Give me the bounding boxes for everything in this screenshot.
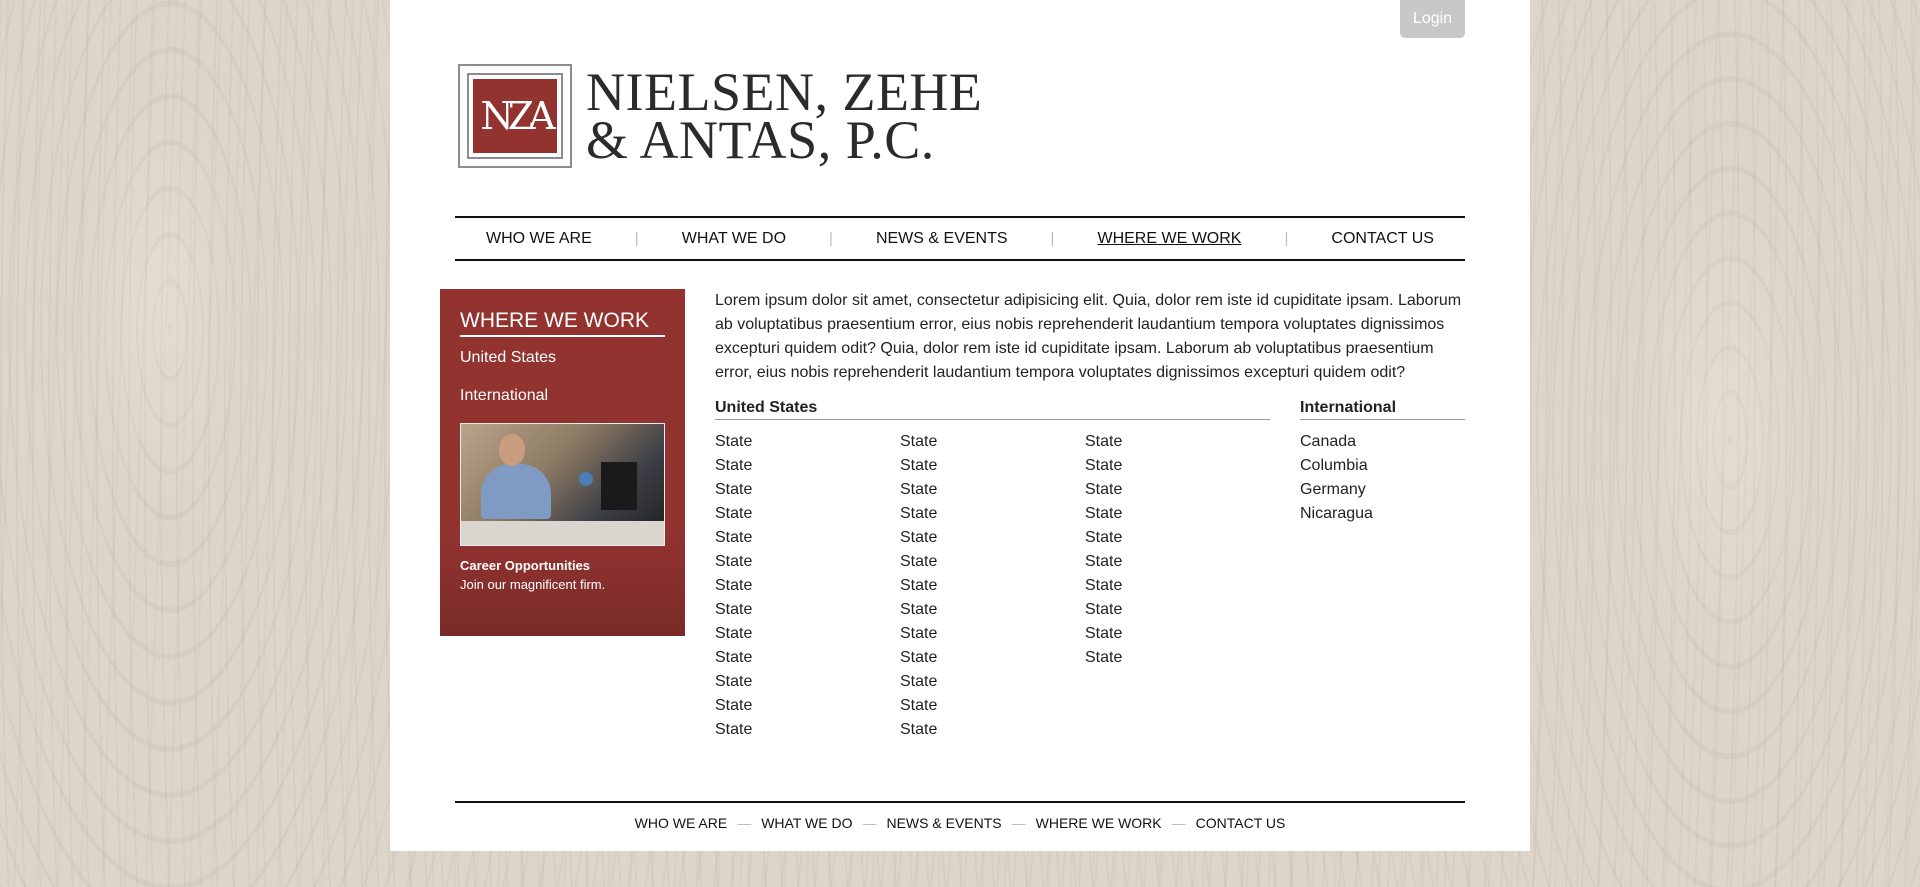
login-button[interactable]: Login (1400, 0, 1465, 38)
nav-separator: | (634, 230, 639, 247)
intro-paragraph: Lorem ipsum dolor sit amet, consectetur … (715, 292, 1462, 381)
state-link[interactable]: State (900, 622, 1085, 646)
state-link[interactable]: State (715, 718, 900, 742)
state-link[interactable]: State (715, 622, 900, 646)
state-link[interactable]: State (715, 454, 900, 478)
logo-monogram: NZA (458, 64, 572, 168)
career-title[interactable]: Career Opportunities (460, 558, 665, 573)
state-link[interactable]: State (715, 574, 900, 598)
nav-separator: | (1050, 230, 1055, 247)
state-link[interactable]: State (715, 646, 900, 670)
country-link[interactable]: Germany (1300, 478, 1465, 502)
state-link[interactable]: State (900, 526, 1085, 550)
united-states-heading: United States (715, 399, 1270, 420)
state-link[interactable]: State (900, 670, 1085, 694)
sidebar-link-united-states[interactable]: United States (460, 349, 665, 367)
career-subtitle: Join our magnificent firm. (460, 577, 606, 592)
main-nav: WHO WE ARE | WHAT WE DO | NEWS & EVENTS … (455, 216, 1465, 261)
state-link[interactable]: State (715, 526, 900, 550)
state-link[interactable]: State (715, 598, 900, 622)
nav-separator: | (1284, 230, 1289, 247)
nav-what-we-do[interactable]: WHAT WE DO (682, 230, 786, 248)
state-column: State State State State State State State State… (900, 430, 1085, 742)
state-link[interactable]: State (900, 598, 1085, 622)
state-column: State State State State State State State State… (715, 430, 900, 742)
state-link[interactable]: State (900, 478, 1085, 502)
state-link[interactable]: State (1085, 430, 1270, 454)
international-heading: International (1300, 399, 1465, 420)
state-link[interactable]: State (900, 694, 1085, 718)
nav-who-we-are[interactable]: WHO WE ARE (486, 230, 592, 248)
logo-wordmark: NIELSEN, ZEHE & ANTAS, P.C. (586, 62, 983, 170)
firm-logo[interactable]: NZA NIELSEN, ZEHE & ANTAS, P.C. (458, 64, 982, 168)
main-content: Lorem ipsum dolor sit amet, consectetur … (715, 289, 1465, 738)
state-link[interactable]: State (900, 430, 1085, 454)
state-link[interactable]: State (1085, 646, 1270, 670)
state-link[interactable]: State (715, 670, 900, 694)
page-container: Login NZA NIELSEN, ZEHE & ANTAS, P.C. WH… (390, 0, 1530, 851)
state-link[interactable]: State (1085, 526, 1270, 550)
state-link[interactable]: State (900, 718, 1085, 742)
state-link[interactable]: State (900, 550, 1085, 574)
nav-where-we-work[interactable]: WHERE WE WORK (1097, 230, 1241, 248)
footer-what-we-do[interactable]: WHAT WE DO (761, 815, 852, 831)
sidebar-title: WHERE WE WORK (460, 309, 665, 337)
state-link[interactable]: State (1085, 478, 1270, 502)
nav-contact-us[interactable]: CONTACT US (1331, 230, 1434, 248)
country-link[interactable]: Columbia (1300, 454, 1465, 478)
state-link[interactable]: State (1085, 598, 1270, 622)
state-link[interactable]: State (1085, 622, 1270, 646)
state-link[interactable]: State (1085, 454, 1270, 478)
state-link[interactable]: State (715, 694, 900, 718)
state-link[interactable]: State (1085, 502, 1270, 526)
country-link[interactable]: Canada (1300, 430, 1465, 454)
international-list: Canada Columbia Germany Nicaragua (1300, 430, 1465, 526)
nav-separator: | (829, 230, 833, 247)
footer-nav: WHO WE ARE — WHAT WE DO — NEWS & EVENTS — WHER… (455, 801, 1465, 833)
united-states-section: United States State State State State State S… (715, 399, 1270, 742)
state-column: State State State State State State State State… (1085, 430, 1270, 742)
state-link[interactable]: State (715, 502, 900, 526)
state-link[interactable]: State (900, 646, 1085, 670)
footer-who-we-are[interactable]: WHO WE ARE (635, 815, 728, 831)
footer-contact-us[interactable]: CONTACT US (1196, 815, 1286, 831)
state-link[interactable]: State (715, 478, 900, 502)
footer-news-events[interactable]: NEWS & EVENTS (886, 815, 1001, 831)
state-link[interactable]: State (900, 574, 1085, 598)
career-photo[interactable] (460, 423, 665, 546)
state-link[interactable]: State (1085, 550, 1270, 574)
nav-news-events[interactable]: NEWS & EVENTS (876, 230, 1008, 248)
sidebar-link-international[interactable]: International (460, 387, 665, 405)
united-states-list: State State State State State State State State… (715, 430, 1270, 742)
footer-where-we-work[interactable]: WHERE WE WORK (1036, 815, 1162, 831)
country-link[interactable]: Nicaragua (1300, 502, 1465, 526)
state-link[interactable]: State (900, 454, 1085, 478)
state-link[interactable]: State (715, 430, 900, 454)
state-link[interactable]: State (715, 550, 900, 574)
state-link[interactable]: State (1085, 574, 1270, 598)
sidebar: WHERE WE WORK United States Internationa… (440, 289, 685, 636)
state-link[interactable]: State (900, 502, 1085, 526)
international-section: International Canada Columbia Germany Nicar… (1300, 399, 1465, 526)
